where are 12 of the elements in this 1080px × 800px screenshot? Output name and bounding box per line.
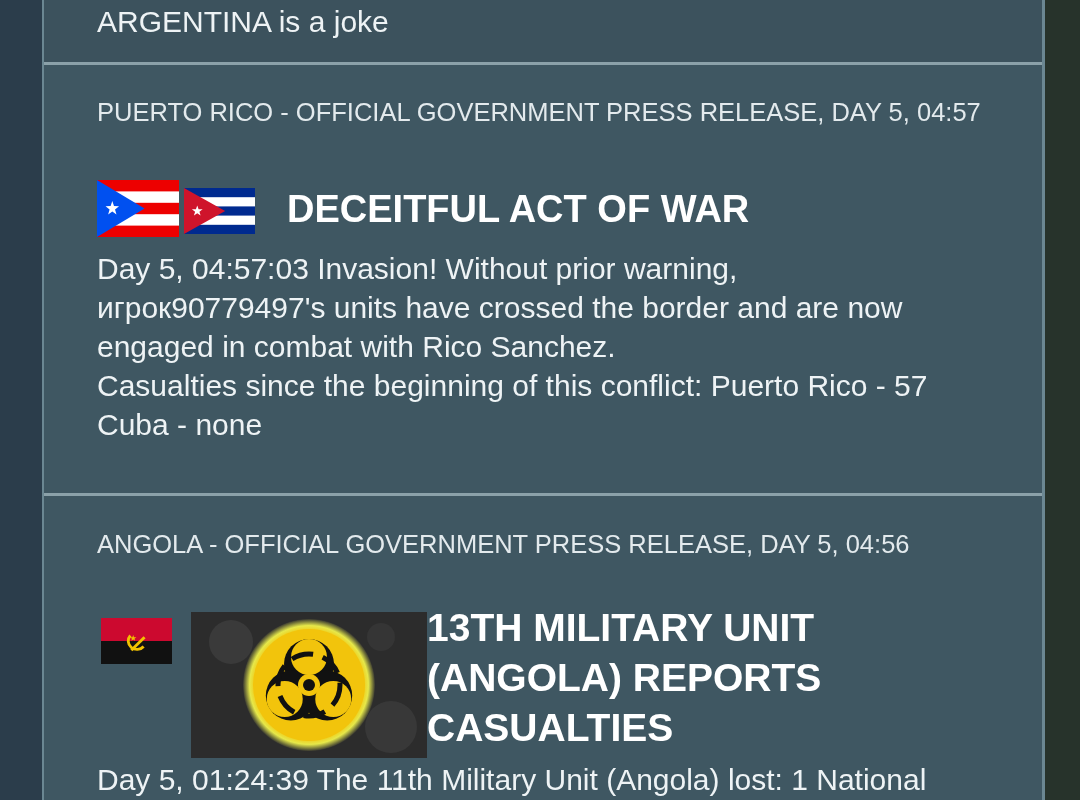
puerto-rico-flag-icon xyxy=(97,180,179,237)
headline: DECEITFUL ACT OF WAR xyxy=(287,186,750,231)
press-release-header: ANGOLA - OFFICIAL GOVERNMENT PRESS RELEASE, DAY 5, 04:56 xyxy=(97,529,911,559)
article-text: Cuba - none xyxy=(97,407,264,443)
article-text: Casualties since the beginning of this conflict: Puerto Rico - 57 xyxy=(97,368,929,404)
headline: 13TH MILITARY UNIT (ANGOLA) REPORTS CASUALTIES xyxy=(427,605,823,751)
cuba-flag-icon xyxy=(184,187,255,234)
article-text: Day 5, 01:24:39 The 11th Military Unit (Angola) lost: 1 National xyxy=(97,762,928,798)
article-text: ARGENTINA is a joke xyxy=(97,4,390,40)
angola-flag-icon xyxy=(101,618,172,664)
press-release-header: PUERTO RICO - OFFICIAL GOVERNMENT PRESS RELEASE, DAY 5, 04:57 xyxy=(97,97,982,127)
article-text: Day 5, 04:57:03 Invasion! Without prior warning, игрок90779497's units have crossed the border and are now engaged in combat with Rico Sanchez. xyxy=(97,251,904,365)
